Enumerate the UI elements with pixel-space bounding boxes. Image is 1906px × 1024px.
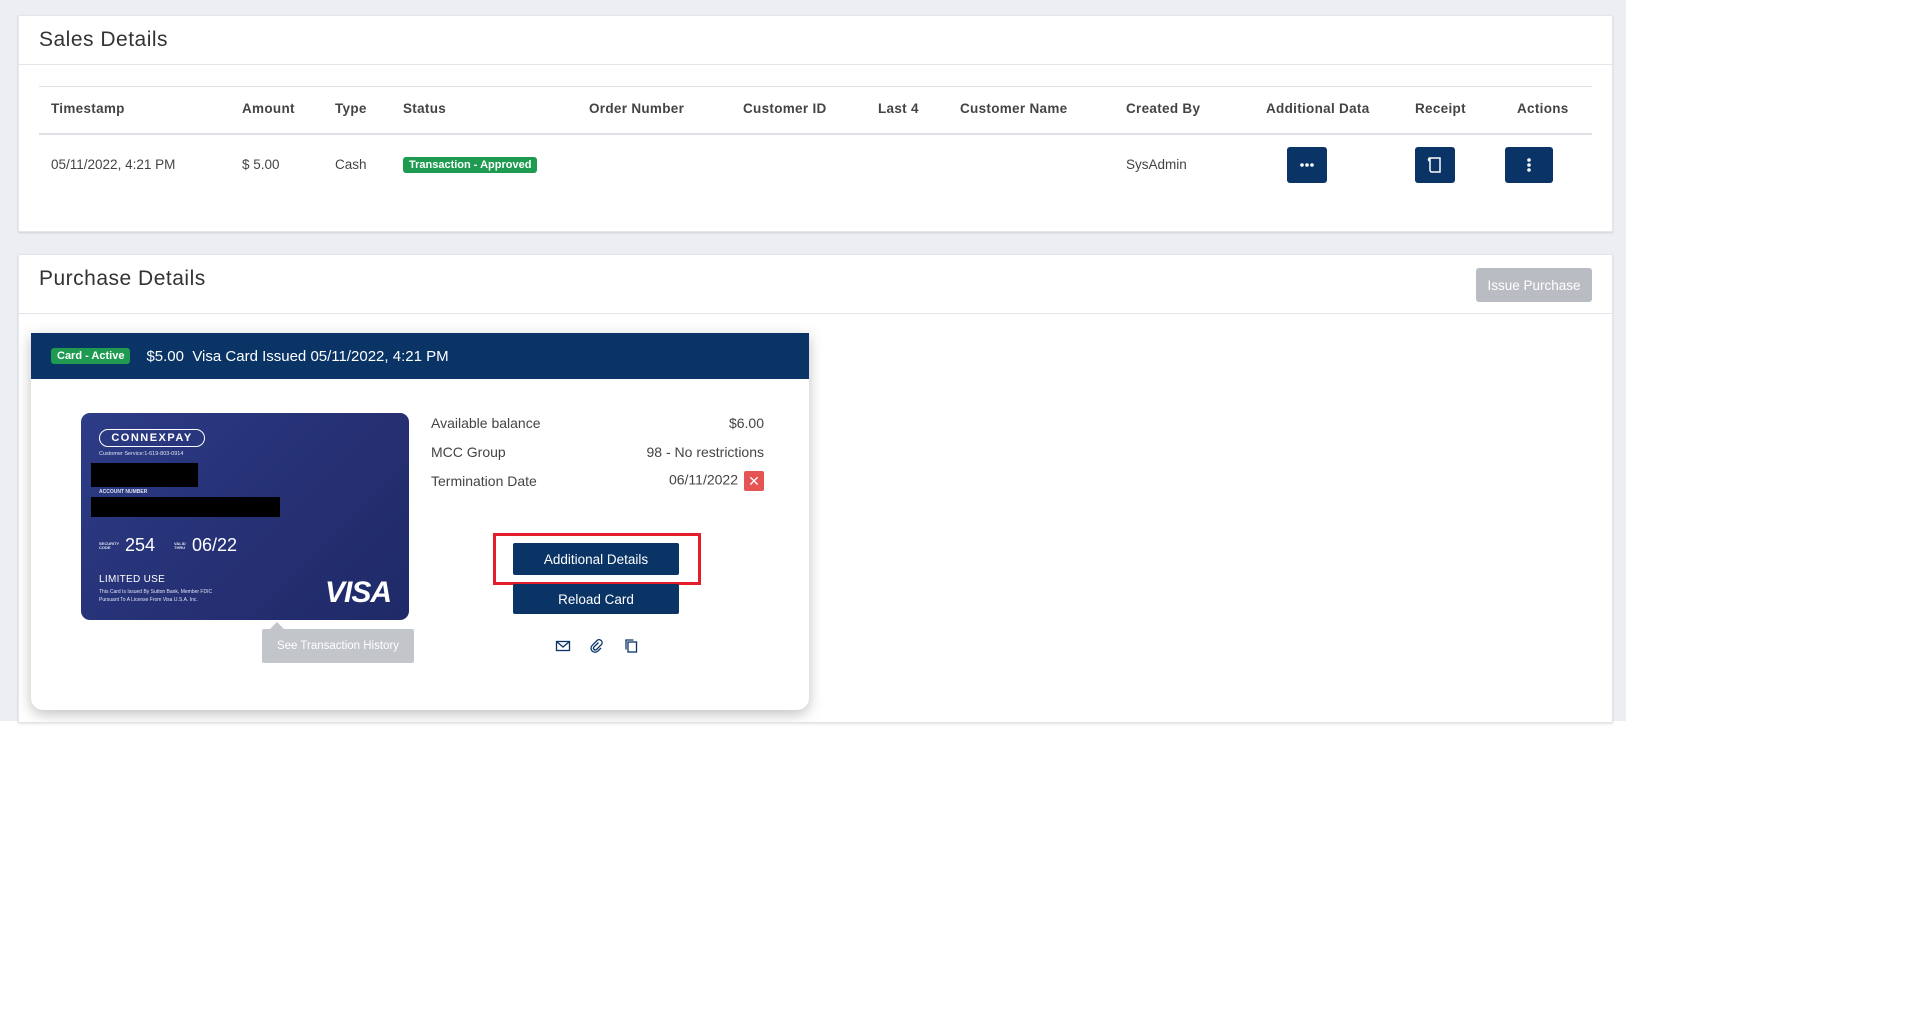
card-widget: Card - Active $5.00 Visa Card Issued 05/…	[31, 333, 809, 710]
purchase-details-panel: Purchase Details Issue Purchase Card - A…	[18, 254, 1613, 723]
info-label: Available balance	[431, 415, 541, 431]
reload-card-button[interactable]: Reload Card	[513, 584, 679, 614]
termination-date-value-wrap: 06/11/2022 ✕	[669, 471, 764, 491]
col-timestamp[interactable]: Timestamp	[51, 101, 125, 116]
status-badge: Transaction - Approved	[403, 157, 538, 173]
col-customer-id[interactable]: Customer ID	[743, 101, 827, 116]
email-icon[interactable]	[554, 637, 572, 655]
card-status-badge: Card - Active	[51, 348, 131, 364]
account-number-label: ACCOUNT NUMBER	[99, 489, 148, 495]
issuer-line-1: This Card Is Issued By Sutton Bank, Memb…	[99, 589, 213, 595]
col-type[interactable]: Type	[335, 101, 367, 116]
col-customer-name[interactable]: Customer Name	[960, 101, 1067, 116]
close-icon: ✕	[748, 472, 760, 489]
copy-icon[interactable]	[622, 637, 640, 655]
card-header-text: $5.00 Visa Card Issued 05/11/2022, 4:21 …	[146, 347, 449, 365]
divider	[19, 313, 1612, 314]
issuer-line-2: Pursuant To A License From Visa U.S.A. I…	[99, 597, 198, 603]
security-code: SECURITY CODE 254	[99, 535, 155, 556]
sales-details-title: Sales Details	[39, 28, 169, 51]
col-actions: Actions	[1517, 101, 1569, 116]
col-order-number[interactable]: Order Number	[589, 101, 684, 116]
card-header: Card - Active $5.00 Visa Card Issued 05/…	[31, 333, 809, 379]
cell-status: Transaction - Approved	[403, 156, 538, 173]
valid-thru-label: VALID THRU	[174, 540, 186, 550]
col-amount[interactable]: Amount	[242, 101, 295, 116]
clear-termination-date-button[interactable]: ✕	[744, 471, 764, 491]
divider	[19, 64, 1612, 65]
cell-amount: $ 5.00	[242, 157, 280, 172]
more-horizontal-icon	[1300, 163, 1314, 167]
info-value: 06/11/2022	[668, 471, 738, 488]
info-value: 98 - No restrictions	[646, 444, 764, 460]
col-status[interactable]: Status	[403, 101, 446, 116]
redacted-name	[91, 463, 198, 487]
visa-card-image[interactable]: CONNEXPAY Customer Service:1-619-803-091…	[81, 413, 409, 620]
col-last4[interactable]: Last 4	[878, 101, 919, 116]
purchase-details-title: Purchase Details	[39, 267, 206, 290]
sales-details-panel: Sales Details Timestamp Amount Type Stat…	[18, 15, 1613, 232]
actions-menu-button[interactable]	[1505, 147, 1553, 183]
issue-purchase-button[interactable]: Issue Purchase	[1476, 268, 1592, 302]
col-receipt: Receipt	[1415, 101, 1466, 116]
info-label: Termination Date	[431, 473, 537, 489]
more-vertical-icon	[1527, 158, 1531, 172]
table-header: Timestamp Amount Type Status Order Numbe…	[39, 87, 1592, 135]
additional-data-button[interactable]	[1287, 147, 1327, 183]
col-additional-data: Additional Data	[1266, 101, 1370, 116]
visa-logo: VISA	[324, 576, 392, 609]
table-row: 05/11/2022, 4:21 PM $ 5.00 Cash Transact…	[39, 135, 1592, 199]
info-label: MCC Group	[431, 444, 506, 460]
cell-created-by: SysAdmin	[1126, 157, 1187, 172]
receipt-icon	[1427, 157, 1441, 173]
transaction-history-tooltip: See Transaction History	[262, 622, 414, 663]
receipt-button[interactable]	[1415, 147, 1455, 183]
info-value: $6.00	[728, 415, 764, 431]
col-created-by[interactable]: Created By	[1126, 101, 1200, 116]
valid-thru-value: 06/22	[192, 535, 238, 555]
connexpay-logo: CONNEXPAY	[99, 429, 205, 447]
link-icon[interactable]	[588, 637, 606, 655]
highlight-annotation	[493, 533, 701, 585]
valid-thru: VALID THRU 06/22	[174, 535, 237, 556]
limited-use-label: LIMITED USE	[99, 574, 166, 585]
security-code-value: 254	[125, 535, 156, 555]
security-code-label: SECURITY CODE	[99, 540, 120, 550]
redacted-account-number	[91, 497, 280, 517]
sales-table: Timestamp Amount Type Status Order Numbe…	[39, 86, 1592, 199]
cell-type: Cash	[335, 157, 367, 172]
cell-timestamp: 05/11/2022, 4:21 PM	[51, 157, 176, 172]
customer-service-text: Customer Service:1-619-803-0914	[99, 451, 184, 457]
